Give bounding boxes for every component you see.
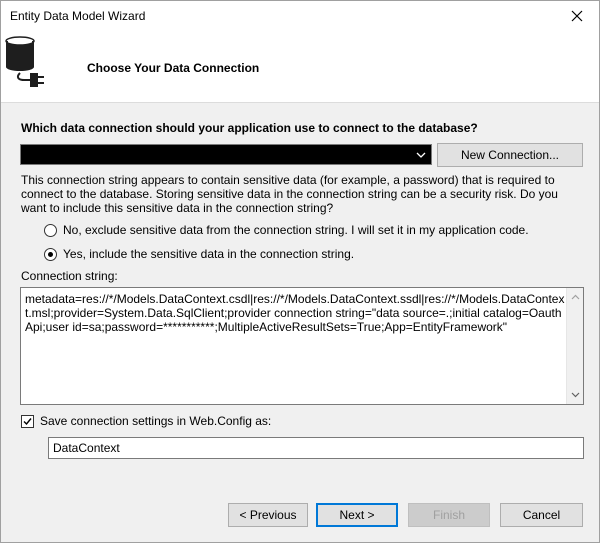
close-icon	[571, 10, 583, 22]
connection-string-textarea[interactable]: metadata=res://*/Models.DataContext.csdl…	[20, 287, 584, 405]
radio-exclude-sensitive[interactable]: No, exclude sensitive data from the conn…	[44, 223, 529, 237]
radio-exclude-button[interactable]	[44, 223, 57, 237]
radio-include-button[interactable]	[44, 247, 57, 261]
radio-include-label: Yes, include the sensitive data in the c…	[63, 247, 355, 261]
finish-button[interactable]: Finish	[408, 503, 490, 527]
save-settings-label: Save connection settings in Web.Config a…	[40, 414, 272, 428]
wizard-header: Choose Your Data Connection	[1, 31, 599, 103]
data-connection-dropdown[interactable]	[20, 144, 432, 165]
checkmark-icon	[23, 417, 32, 425]
next-button[interactable]: Next >	[316, 503, 398, 527]
close-button[interactable]	[555, 1, 599, 31]
new-connection-button[interactable]: New Connection...	[437, 143, 583, 167]
window-title: Entity Data Model Wizard	[10, 9, 146, 23]
sensitive-data-info: This connection string appears to contai…	[21, 173, 558, 215]
connection-string-value: metadata=res://*/Models.DataContext.csdl…	[25, 292, 565, 334]
connection-string-label: Connection string:	[21, 269, 118, 283]
chevron-down-icon	[416, 152, 426, 158]
radio-include-sensitive[interactable]: Yes, include the sensitive data in the c…	[44, 247, 354, 261]
database-plug-icon	[5, 36, 44, 87]
title-bar: Entity Data Model Wizard	[1, 1, 599, 31]
save-settings-checkbox[interactable]	[21, 414, 34, 428]
previous-button[interactable]: < Previous	[228, 503, 308, 527]
webconfig-name-input[interactable]: DataContext	[48, 437, 584, 459]
chevron-down-icon[interactable]	[571, 392, 580, 398]
page-title: Choose Your Data Connection	[87, 61, 260, 75]
connection-question: Which data connection should your applic…	[21, 121, 478, 135]
radio-exclude-label: No, exclude sensitive data from the conn…	[63, 223, 529, 237]
chevron-up-icon[interactable]	[571, 294, 580, 300]
vertical-scrollbar[interactable]	[566, 288, 583, 404]
cancel-button[interactable]: Cancel	[500, 503, 583, 527]
save-settings-row[interactable]: Save connection settings in Web.Config a…	[21, 414, 271, 428]
wizard-window: Entity Data Model Wizard Choose Your Dat…	[0, 0, 600, 543]
